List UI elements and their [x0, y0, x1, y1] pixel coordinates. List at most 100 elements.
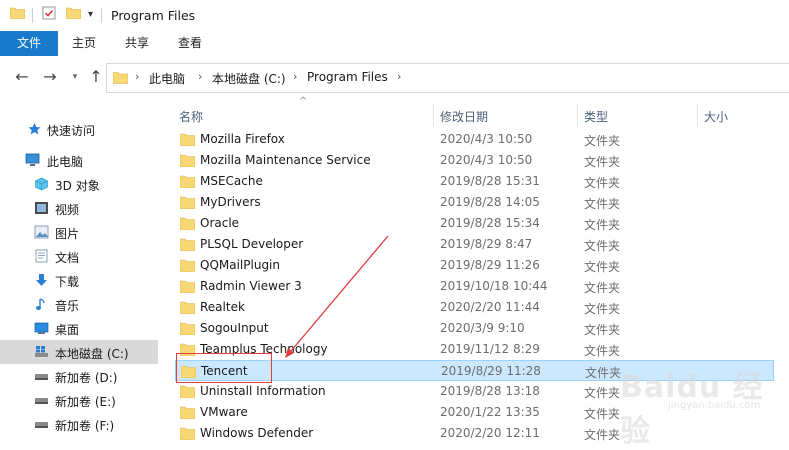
- sidebar-item-volume-e[interactable]: 新加卷 (E:): [0, 388, 158, 412]
- sidebar-item-3d-objects[interactable]: 3D 对象: [0, 172, 158, 196]
- file-name: VMware: [200, 405, 248, 419]
- music-icon: [36, 298, 45, 310]
- file-row[interactable]: MSECache 2019/8/28 15:31 文件夹: [175, 171, 774, 192]
- breadcrumb-chevron-icon[interactable]: ›: [397, 70, 401, 83]
- tab-home[interactable]: 主页: [72, 31, 96, 56]
- sidebar-item-label: 本地磁盘 (C:): [55, 347, 129, 361]
- file-row[interactable]: Realtek 2020/2/20 11:44 文件夹: [175, 297, 774, 318]
- annotation-highlight-box: [176, 353, 272, 383]
- breadcrumb-program-files[interactable]: Program Files: [307, 70, 388, 84]
- tab-view[interactable]: 查看: [178, 31, 202, 56]
- document-icon: [35, 249, 48, 263]
- file-type: 文件夹: [584, 344, 621, 358]
- file-name: MSECache: [200, 174, 263, 188]
- file-row[interactable]: QQMailPlugin 2019/8/29 11:26 文件夹: [175, 255, 774, 276]
- forward-arrow-icon[interactable]: →: [40, 67, 60, 86]
- watermark-logo: Baidu 经验 jingyan.baidu.com: [612, 360, 782, 449]
- picture-icon: [34, 225, 49, 239]
- breadcrumb-this-pc[interactable]: 此电脑: [149, 70, 185, 87]
- breadcrumb-chevron-icon[interactable]: ›: [135, 70, 139, 83]
- file-type: 文件夹: [584, 218, 621, 232]
- back-arrow-icon[interactable]: ←: [12, 67, 32, 86]
- sidebar-item-videos[interactable]: 视频: [0, 196, 158, 220]
- folder-icon: [180, 154, 195, 167]
- sidebar-item-label: 新加卷 (F:): [55, 419, 115, 433]
- sidebar-item-pictures[interactable]: 图片: [0, 220, 158, 244]
- sidebar-item-label: 此电脑: [47, 155, 84, 169]
- file-name: Windows Defender: [200, 426, 314, 440]
- sidebar-item-label: 新加卷 (E:): [55, 395, 116, 409]
- file-type: 文件夹: [584, 281, 621, 295]
- column-divider[interactable]: [577, 104, 578, 126]
- tab-share[interactable]: 共享: [125, 31, 149, 56]
- folder-icon: [180, 217, 195, 230]
- sidebar-item-downloads[interactable]: 下载: [0, 268, 158, 292]
- file-row[interactable]: SogouInput 2020/3/9 9:10 文件夹: [175, 318, 774, 339]
- drive-icon: [35, 422, 48, 428]
- file-type: 文件夹: [584, 302, 621, 316]
- title-bar: ▾ Program Files: [0, 0, 789, 31]
- file-name: Mozilla Maintenance Service: [200, 153, 371, 167]
- file-name: PLSQL Developer: [200, 237, 304, 251]
- breadcrumb-local-disk-c[interactable]: 本地磁盘 (C:): [212, 70, 286, 87]
- quick-access-dropdown-icon[interactable]: ▾: [88, 9, 93, 20]
- sidebar-item-desktop[interactable]: 桌面: [0, 316, 158, 340]
- breadcrumb-chevron-icon[interactable]: ›: [293, 70, 297, 83]
- column-header-name[interactable]: 名称: [179, 108, 203, 125]
- up-arrow-icon[interactable]: ↑: [86, 67, 106, 86]
- sidebar-item-this-pc[interactable]: 此电脑: [0, 148, 158, 172]
- sidebar-item-volume-d[interactable]: 新加卷 (D:): [0, 364, 158, 388]
- file-row[interactable]: Oracle 2019/8/28 15:34 文件夹: [175, 213, 774, 234]
- sidebar-item-local-disk-c[interactable]: 本地磁盘 (C:): [0, 340, 158, 364]
- folder-icon: [180, 427, 195, 440]
- computer-icon: [25, 153, 40, 166]
- video-icon: [35, 202, 48, 214]
- file-name: Oracle: [200, 216, 240, 230]
- column-divider[interactable]: [697, 104, 698, 126]
- recent-locations-icon[interactable]: ▾: [65, 72, 85, 82]
- file-date: 2019/8/29 8:47: [440, 237, 533, 251]
- sidebar-item-music[interactable]: 音乐: [0, 292, 158, 316]
- folder-icon: [180, 301, 195, 314]
- file-row[interactable]: PLSQL Developer 2019/8/29 8:47 文件夹: [175, 234, 774, 255]
- drive-icon: [35, 374, 48, 380]
- file-name: SogouInput: [200, 321, 269, 335]
- toolbar-divider: [32, 8, 33, 23]
- column-header-type[interactable]: 类型: [584, 108, 608, 125]
- breadcrumb-chevron-icon[interactable]: ›: [198, 70, 202, 83]
- file-row[interactable]: Mozilla Maintenance Service 2020/4/3 10:…: [175, 150, 774, 171]
- column-header-size[interactable]: 大小: [704, 108, 728, 125]
- windows-drive-icon: [35, 346, 48, 357]
- tab-file[interactable]: 文件: [0, 31, 58, 56]
- file-date: 2019/8/28 14:05: [440, 195, 540, 209]
- column-divider[interactable]: [433, 104, 434, 126]
- sidebar-item-label: 3D 对象: [55, 179, 100, 193]
- folder-icon: [180, 259, 195, 272]
- watermark-subtext: jingyan.baidu.com: [668, 400, 761, 411]
- file-row[interactable]: Mozilla Firefox 2020/4/3 10:50 文件夹: [175, 129, 774, 150]
- sidebar-item-documents[interactable]: 文档: [0, 244, 158, 268]
- sidebar-item-label: 下载: [55, 275, 80, 289]
- drive-icon: [35, 398, 48, 404]
- new-folder-icon[interactable]: [66, 7, 81, 19]
- file-date: 2020/2/20 11:44: [440, 300, 540, 314]
- file-type: 文件夹: [584, 155, 621, 169]
- sidebar-item-label: 音乐: [55, 299, 80, 313]
- cube-icon: [35, 177, 48, 191]
- address-bar[interactable]: › 此电脑 › 本地磁盘 (C:) › Program Files ›: [106, 63, 789, 93]
- sidebar-item-volume-f[interactable]: 新加卷 (F:): [0, 412, 158, 436]
- file-row[interactable]: Radmin Viewer 3 2019/10/18 10:44 文件夹: [175, 276, 774, 297]
- properties-check-icon[interactable]: [42, 6, 56, 20]
- sidebar-item-quick-access[interactable]: 快速访问: [0, 117, 158, 141]
- folder-icon: [180, 133, 195, 146]
- column-header-date[interactable]: 修改日期: [440, 108, 488, 125]
- file-row[interactable]: MyDrivers 2019/8/28 14:05 文件夹: [175, 192, 774, 213]
- file-date: 2019/8/29 11:26: [440, 258, 540, 272]
- navigation-bar: ← → ▾ ↑ › 此电脑 › 本地磁盘 (C:) › Program File…: [0, 56, 789, 100]
- folder-icon: [180, 280, 195, 293]
- folder-icon: [180, 238, 195, 251]
- file-name: Uninstall Information: [200, 384, 326, 398]
- file-date: 2020/3/9 9:10: [440, 321, 525, 335]
- toolbar-divider: [101, 8, 102, 23]
- file-type: 文件夹: [584, 428, 621, 442]
